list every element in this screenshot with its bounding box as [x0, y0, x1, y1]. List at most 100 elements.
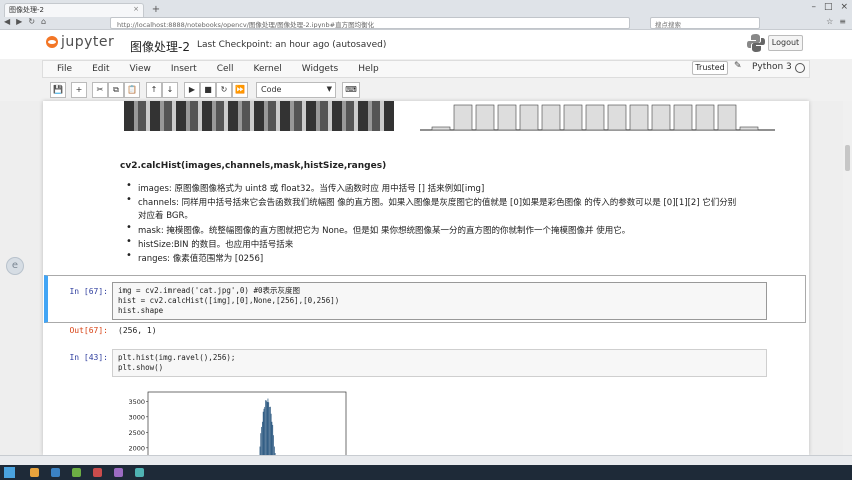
save-icon[interactable]: 💾 [50, 82, 66, 98]
folder-icon[interactable] [30, 468, 39, 477]
menu-widgets[interactable]: Widgets [302, 64, 338, 74]
histogram-bar [259, 446, 261, 455]
histogram-bar [266, 402, 268, 455]
cell-output: (256, 1) [118, 326, 157, 335]
bullet-mask: mask: 掩模图像。统整幅图像的直方图就把它为 None。但是如 果你想统图像… [138, 226, 631, 236]
code-editor[interactable]: plt.hist(img.ravel(),256); plt.show() [113, 350, 766, 376]
close-tab-icon[interactable]: × [133, 5, 139, 13]
histogram-bar [264, 406, 266, 455]
reload-icon[interactable]: ↻ [28, 17, 35, 26]
search-input[interactable]: 搜点搜索 [650, 17, 760, 29]
input-prompt: In [67]: [69, 287, 108, 296]
menu-items: File Edit View Insert Cell Kernel Widgets Help [57, 64, 399, 74]
browser-icon[interactable] [51, 468, 60, 477]
jupyter-logo[interactable]: jupyter [46, 34, 114, 50]
histogram-output-top [420, 104, 775, 131]
move-up-icon[interactable]: ↑ [146, 82, 162, 98]
bullet-dot [126, 180, 134, 188]
menu-cell[interactable]: Cell [217, 64, 234, 74]
app-icon[interactable] [72, 468, 81, 477]
app-icon[interactable] [93, 468, 102, 477]
jupyter-header [0, 30, 852, 59]
minimize-icon[interactable]: – [811, 2, 816, 12]
kernel-name: Python 3 [752, 62, 792, 72]
menu-insert[interactable]: Insert [171, 64, 197, 74]
python-logo-icon [747, 34, 765, 52]
new-tab-icon[interactable]: + [150, 4, 162, 16]
plot-frame [147, 391, 347, 455]
menu-file[interactable]: File [57, 64, 72, 74]
bullet-dot [126, 222, 134, 230]
histogram-bar [271, 421, 273, 455]
histogram-bar [267, 398, 269, 455]
app-icon[interactable] [135, 468, 144, 477]
fast-forward-icon[interactable]: ⏩ [232, 82, 248, 98]
stop-icon[interactable]: ■ [200, 82, 216, 98]
home-icon[interactable]: ⌂ [41, 17, 46, 26]
move-down-icon[interactable]: ↓ [162, 82, 178, 98]
cut-icon[interactable]: ✂ [92, 82, 108, 98]
histogram-bar [263, 408, 265, 455]
menu-kernel[interactable]: Kernel [254, 64, 282, 74]
close-window-icon[interactable]: × [840, 2, 848, 12]
histogram-bar [273, 435, 274, 455]
toolbar-group-4: ↑ ↓ [146, 82, 178, 98]
histogram-bar [270, 413, 272, 455]
histogram-bar [272, 424, 274, 455]
address-bar[interactable]: http://localhost:8888/notebooks/opencv/图… [110, 17, 630, 29]
back-icon[interactable]: ◀ [4, 17, 10, 26]
histogram-bar [270, 406, 271, 455]
cell-type-select[interactable]: Code ▼ [256, 82, 336, 98]
jupyter-logo-icon [46, 36, 58, 48]
menu-help[interactable]: Help [358, 64, 379, 74]
run-icon[interactable]: ▶ [184, 82, 200, 98]
tab-title: 图像处理-2 [9, 6, 44, 14]
checkpoint-status: Last Checkpoint: an hour ago (autosaved) [197, 40, 387, 50]
app-icon[interactable] [114, 468, 123, 477]
notebook-title[interactable]: 图像处理-2 [130, 38, 190, 55]
histogram-bar [262, 421, 263, 455]
chevron-down-icon: ▼ [326, 85, 332, 93]
bullet-dot [126, 250, 134, 258]
code-editor[interactable]: img = cv2.imread('cat.jpg',0) #0表示灰度图 hi… [113, 283, 766, 319]
code-cell-67[interactable]: img = cv2.imread('cat.jpg',0) #0表示灰度图 hi… [112, 282, 767, 320]
insert-cell-icon[interactable]: + [71, 82, 87, 98]
pencil-icon[interactable]: ✎ [734, 61, 742, 71]
bullet-images: images: 原图像图像格式为 uint8 或 float32。当传入函数时应… [138, 184, 485, 194]
y-tick-label: 2000 [128, 444, 145, 452]
code-line: plt.hist(img.ravel(),256); [118, 353, 236, 362]
code-line: hist = cv2.calcHist([img],[0],None,[256]… [118, 296, 340, 305]
logout-button[interactable]: Logout [768, 35, 803, 51]
histogram-bar [268, 402, 270, 455]
browser-toolbar-right: ☆ ≡ [826, 17, 846, 26]
histogram-bar [269, 406, 270, 455]
histogram-bar [266, 400, 267, 455]
y-tick-label: 3000 [128, 413, 145, 421]
restart-icon[interactable]: ↻ [216, 82, 232, 98]
side-panel-icon[interactable]: e [6, 257, 24, 275]
histogram-bar [261, 426, 262, 455]
bullet-dot [126, 236, 134, 244]
histogram-bar [262, 411, 264, 455]
forward-icon[interactable]: ▶ [16, 17, 22, 26]
star-icon[interactable]: ☆ [826, 17, 833, 26]
code-line: plt.show() [118, 363, 164, 372]
markdown-title: cv2.calcHist(images,channels,mask,histSi… [120, 161, 387, 171]
histogram-bar [265, 400, 266, 455]
code-line: img = cv2.imread('cat.jpg',0) #0表示灰度图 [118, 286, 300, 295]
menu-view[interactable]: View [130, 64, 151, 74]
paste-icon[interactable]: 📋 [124, 82, 140, 98]
bullet-dot [126, 194, 134, 202]
keyboard-icon[interactable]: ⌨ [342, 82, 360, 98]
scrollbar-thumb[interactable] [845, 145, 850, 171]
bullet-ranges: ranges: 像素值范围常为 [0256] [138, 254, 264, 264]
menu-icon[interactable]: ≡ [839, 17, 846, 26]
menu-edit[interactable]: Edit [92, 64, 109, 74]
code-cell-43[interactable]: plt.hist(img.ravel(),256); plt.show() [112, 349, 767, 377]
browser-tab[interactable]: 图像处理-2 × [4, 3, 144, 17]
trusted-badge[interactable]: Trusted [692, 61, 728, 75]
maximize-icon[interactable]: □ [824, 2, 833, 12]
start-icon[interactable] [4, 467, 15, 478]
copy-icon[interactable]: ⧉ [108, 82, 124, 98]
histogram-bar [274, 446, 275, 455]
